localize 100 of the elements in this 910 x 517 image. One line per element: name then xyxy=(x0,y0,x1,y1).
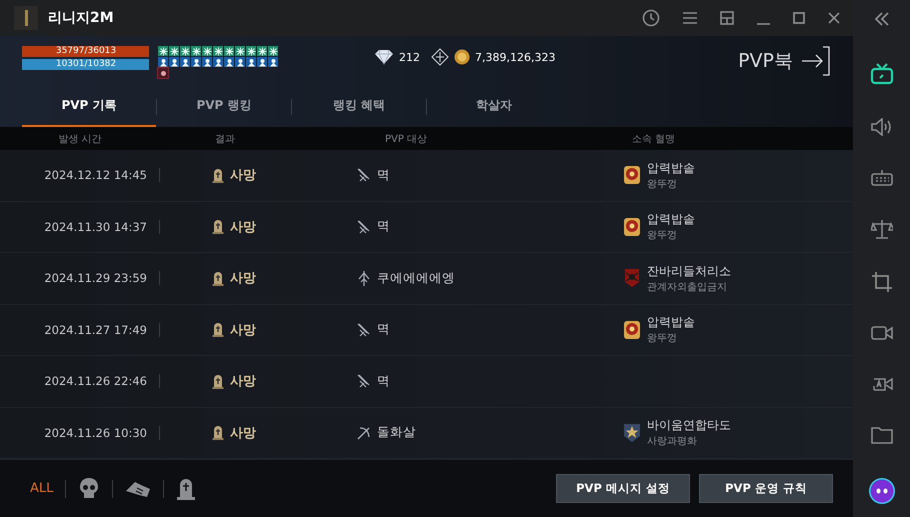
coin-icon xyxy=(454,49,470,65)
guild-subtitle: 관계자외출입금지 xyxy=(647,280,728,294)
clock-icon[interactable] xyxy=(642,9,660,27)
guild-name: 바이움연합타도 xyxy=(647,417,731,434)
buff-icon xyxy=(213,46,223,56)
buff-icon xyxy=(158,57,168,67)
buff-icon xyxy=(180,46,190,56)
target-cell: 쿠에에에에엥 xyxy=(377,270,455,287)
dagger-icon xyxy=(357,322,371,337)
layout-icon[interactable] xyxy=(720,11,734,25)
target-cell: 멱 xyxy=(377,218,390,236)
guild-crest-icon xyxy=(623,422,641,443)
tombstone-icon xyxy=(212,322,224,338)
tv-icon[interactable] xyxy=(870,63,894,86)
table-row[interactable]: 2024.11.26 22:46 사망 멱 xyxy=(0,356,853,408)
guild-name: 압력밥솥 xyxy=(647,211,695,228)
result-cell-text: 사망 xyxy=(230,167,256,184)
skull-filter-icon[interactable] xyxy=(78,476,100,500)
footer-button[interactable]: PVP 운영 규칙 xyxy=(699,474,833,503)
result-cell-text: 사망 xyxy=(230,270,256,288)
buff-icon xyxy=(191,57,201,67)
buff-icon xyxy=(257,46,267,56)
keyboard-icon[interactable] xyxy=(870,170,892,186)
target-cell: 멱 xyxy=(377,321,390,338)
result-cell-text: 사망 xyxy=(230,218,256,236)
add-diamond-icon[interactable] xyxy=(431,48,449,66)
tombstone-filter-icon[interactable] xyxy=(176,476,196,500)
guild-subtitle: 왕뚜껑 xyxy=(647,178,678,191)
buff-icon xyxy=(169,57,179,67)
close-icon[interactable] xyxy=(828,12,840,24)
guild-crest-icon xyxy=(623,216,641,237)
mp-reading: 10301/10382 xyxy=(56,59,116,70)
buff-icon xyxy=(268,46,278,56)
table-row[interactable]: 2024.11.30 14:37 사망 멱 압력밥솥 왕뚜껑 xyxy=(0,202,853,253)
window-title: 리니지2M xyxy=(48,9,114,27)
time-cell: 2024.11.27 17:49 xyxy=(44,322,147,337)
column-header: 소속 혈맹 xyxy=(632,132,676,146)
diamond-icon xyxy=(374,49,394,65)
tombstone-icon xyxy=(212,219,224,234)
table-row[interactable]: 2024.11.26 10:30 사망 돌화살 바이움연합타도 사랑과평화 xyxy=(0,408,853,459)
dagger-icon xyxy=(357,168,371,182)
table-row[interactable]: 2024.12.12 14:45 사망 멱 압력밥솥 왕뚜껑 xyxy=(0,150,853,202)
adena-count: 7,389,126,323 xyxy=(475,50,556,64)
staff-icon xyxy=(357,270,371,286)
video-camera-icon[interactable] xyxy=(870,325,892,342)
tab[interactable]: 학살자 xyxy=(427,86,561,127)
buff-icon xyxy=(224,46,234,56)
result-cell-text: 사망 xyxy=(230,373,256,390)
guild-subtitle: 사랑과평화 xyxy=(647,435,698,448)
buff-icon xyxy=(202,46,212,56)
footer-button[interactable]: PVP 메시지 설정 xyxy=(556,474,690,503)
table-row[interactable]: 2024.11.27 17:49 사망 멱 압력밥솥 왕뚜껑 xyxy=(0,304,853,356)
buff-icon xyxy=(213,57,223,67)
video-swap-icon[interactable] xyxy=(870,374,892,393)
buff-icon xyxy=(268,57,278,67)
guild-name: 잔바리들처리소 xyxy=(647,262,731,280)
buff-icon xyxy=(246,46,256,56)
speaker-icon[interactable] xyxy=(870,118,892,136)
buff-icon xyxy=(246,57,256,67)
guild-name: 압력밥솥 xyxy=(647,314,695,332)
table-row[interactable]: 2024.11.29 23:59 사망 쿠에에에에엥 잔바리들처리소 관계자외출입금지 xyxy=(0,253,853,304)
dagger-icon xyxy=(357,374,371,388)
time-cell: 2024.11.30 14:37 xyxy=(44,220,147,234)
exit-icon[interactable] xyxy=(801,46,831,76)
time-cell: 2024.11.26 22:46 xyxy=(44,374,147,388)
buff-icon xyxy=(191,46,201,56)
assistant-orb-icon[interactable] xyxy=(868,476,896,505)
buff-icon xyxy=(224,57,234,67)
crossbow-icon xyxy=(357,426,371,440)
debuff-icon xyxy=(158,68,168,78)
guild-name: 압력밥솥 xyxy=(647,160,695,177)
time-cell: 2024.11.26 10:30 xyxy=(44,426,147,440)
buff-icon xyxy=(180,57,190,67)
folder-icon[interactable] xyxy=(870,426,892,444)
target-cell: 돌화살 xyxy=(377,424,416,442)
tombstone-icon xyxy=(212,374,224,389)
result-cell-text: 사망 xyxy=(230,424,256,442)
buff-icon xyxy=(235,57,245,67)
buff-icon xyxy=(257,57,267,67)
column-header: 결과 xyxy=(214,132,236,146)
maximize-icon[interactable] xyxy=(793,12,805,24)
dagger-icon xyxy=(357,220,371,234)
target-cell: 멱 xyxy=(377,372,390,390)
menu-icon[interactable] xyxy=(683,12,697,24)
all-filter[interactable]: ALL xyxy=(30,481,54,496)
crop-icon[interactable] xyxy=(872,272,892,292)
tombstone-icon xyxy=(212,168,224,183)
guild-crest-icon xyxy=(623,320,641,340)
buff-icon xyxy=(169,46,179,56)
buff-icon xyxy=(202,57,212,67)
scale-icon[interactable] xyxy=(870,218,892,239)
tab[interactable]: PVP 랭킹 xyxy=(157,86,291,127)
pvp-book-label: PVP북 xyxy=(738,49,793,74)
column-header: PVP 대상 xyxy=(384,132,428,146)
tombstone-icon xyxy=(212,425,224,440)
guild-subtitle: 왕뚜껑 xyxy=(647,332,678,346)
result-cell-text: 사망 xyxy=(230,322,256,339)
tab[interactable]: 랭킹 혜택 xyxy=(292,86,426,127)
time-cell: 2024.12.12 14:45 xyxy=(44,168,147,182)
buff-icon xyxy=(235,46,245,56)
